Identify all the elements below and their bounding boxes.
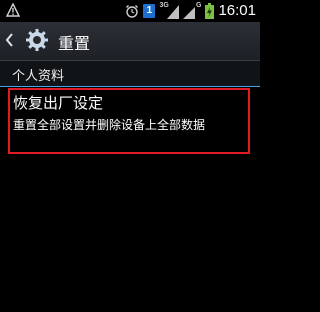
factory-reset-title: 恢复出厂设定 <box>13 94 104 112</box>
signal-g-icon: G <box>183 2 201 19</box>
action-bar: 重置 <box>0 22 260 61</box>
factory-reset-item[interactable]: 恢复出厂设定 重置全部设置并删除设备上全部数据 <box>0 87 260 154</box>
signal-3g-icon: 3G <box>159 2 180 19</box>
factory-reset-summary: 重置全部设置并删除设备上全部数据 <box>13 118 206 132</box>
section-header-label: 个人资料 <box>12 69 65 84</box>
status-bar: 1 3G G 16:01 <box>0 0 260 22</box>
alarm-clock-icon <box>126 5 139 18</box>
sim-1-icon: 1 <box>143 4 156 18</box>
settings-gear-icon[interactable] <box>25 28 49 52</box>
back-chevron-icon[interactable] <box>5 32 13 48</box>
battery-charging-icon <box>205 3 215 19</box>
status-clock: 16:01 <box>218 2 256 19</box>
page-title: 重置 <box>58 34 91 53</box>
section-header-personal-data: 个人资料 <box>0 61 260 87</box>
warning-icon <box>6 3 20 17</box>
